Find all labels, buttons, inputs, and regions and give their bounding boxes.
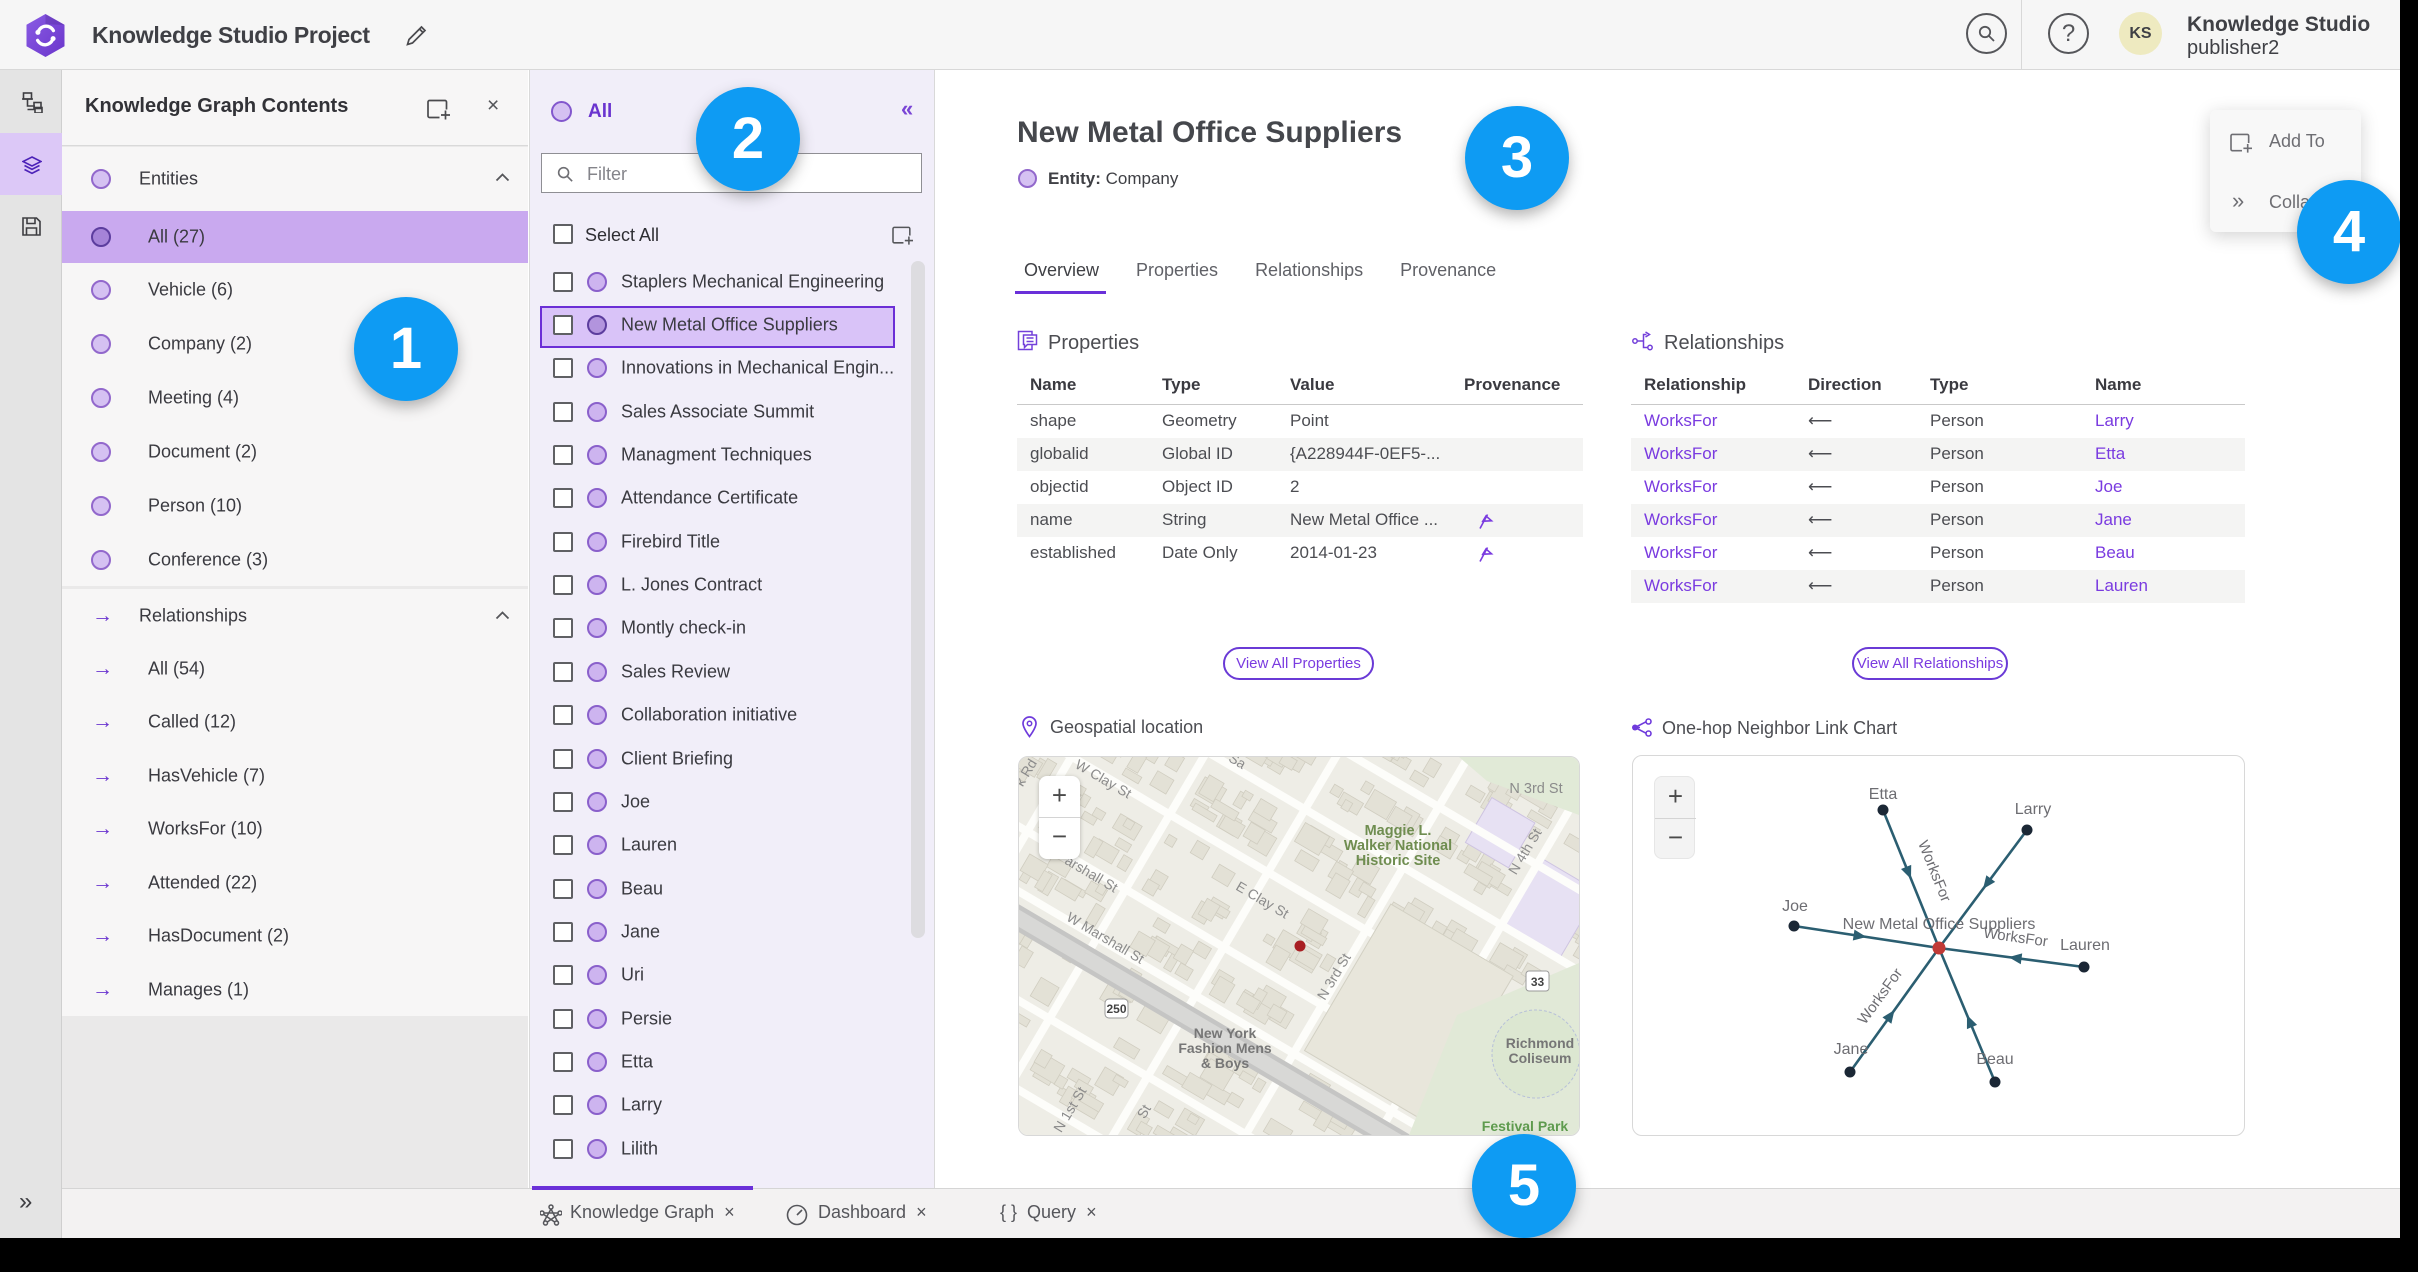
svg-text:Jane: Jane bbox=[1834, 1041, 1869, 1058]
svg-text:Coliseum: Coliseum bbox=[1508, 1050, 1571, 1066]
svg-text:Lauren: Lauren bbox=[2060, 937, 2110, 954]
svg-text:Historic Site: Historic Site bbox=[1356, 853, 1441, 869]
svg-text:Larry: Larry bbox=[2015, 801, 2051, 818]
svg-text:Joe: Joe bbox=[1782, 898, 1808, 915]
svg-text:Etta: Etta bbox=[1869, 786, 1898, 803]
svg-text:250: 250 bbox=[1106, 1002, 1126, 1016]
svg-text:WorksFor: WorksFor bbox=[1914, 838, 1954, 904]
svg-text:New York: New York bbox=[1194, 1025, 1257, 1041]
svg-text:Maggie L.: Maggie L. bbox=[1365, 823, 1432, 839]
svg-text:N 3rd St: N 3rd St bbox=[1509, 781, 1562, 797]
svg-text:WorksFor: WorksFor bbox=[1982, 925, 2048, 951]
svg-text:33: 33 bbox=[1531, 975, 1545, 989]
svg-text:Beau: Beau bbox=[1976, 1051, 2013, 1068]
svg-text:Festival Park: Festival Park bbox=[1482, 1118, 1569, 1134]
svg-text:& Boys: & Boys bbox=[1201, 1055, 1249, 1071]
svg-text:Walker National: Walker National bbox=[1344, 838, 1452, 854]
svg-text:WorksFor: WorksFor bbox=[1854, 965, 1906, 1027]
svg-text:Richmond: Richmond bbox=[1506, 1035, 1574, 1051]
svg-text:Fashion Mens: Fashion Mens bbox=[1178, 1040, 1272, 1056]
